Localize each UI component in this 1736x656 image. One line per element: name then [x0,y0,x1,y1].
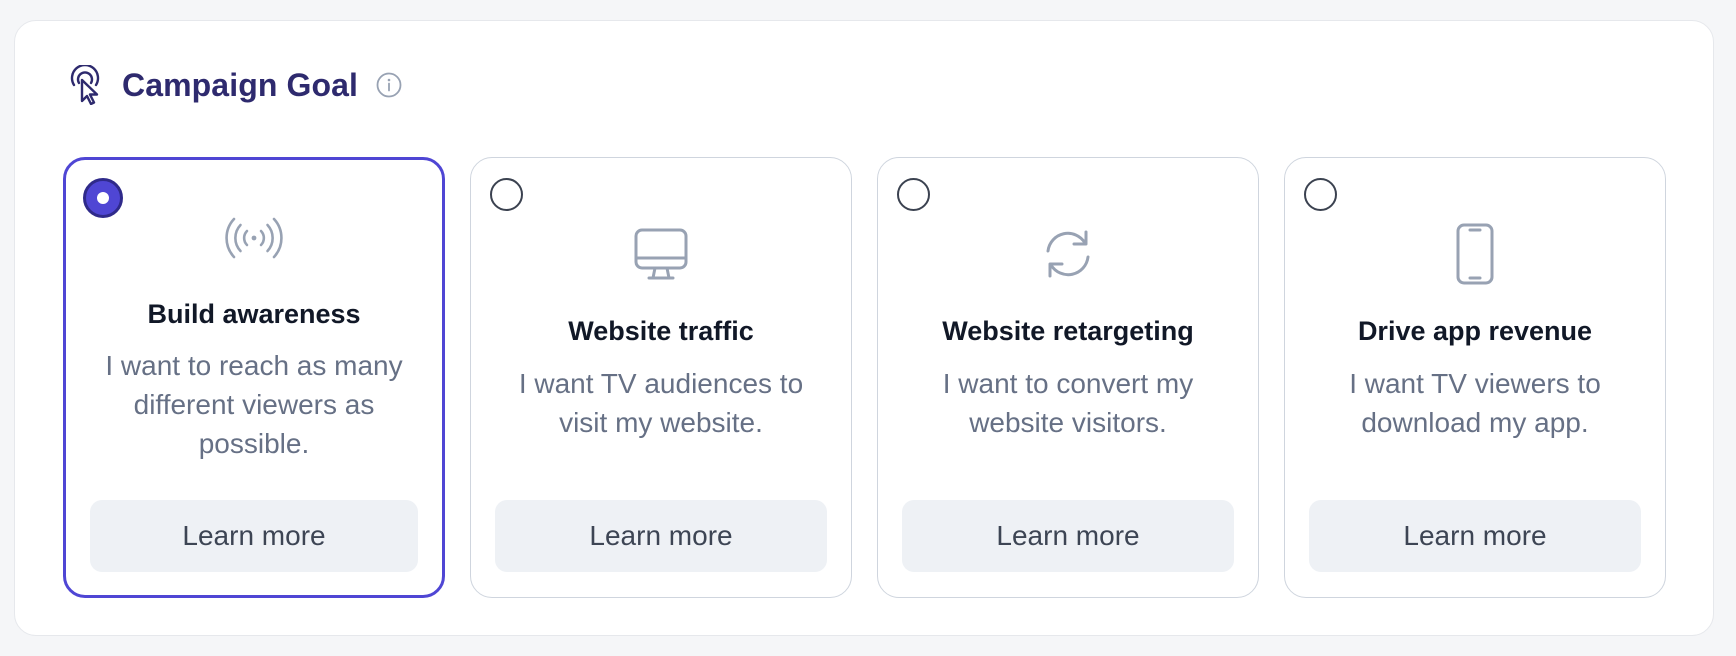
section-header: Campaign Goal [65,63,402,107]
section-title: Campaign Goal [122,66,359,103]
goal-card-title: Drive app revenue [1357,316,1593,346]
refresh-icon [878,226,1258,282]
learn-more-button[interactable]: Learn more [902,500,1234,572]
goal-radio-website-traffic[interactable] [490,178,523,211]
cursor-click-icon [65,65,105,105]
goal-card-build-awareness[interactable]: Build awareness I want to reach as many … [63,157,445,598]
goal-radio-drive-app-revenue[interactable] [1304,178,1337,211]
goal-card-website-retargeting[interactable]: Website retargeting I want to convert my… [877,157,1259,598]
info-icon[interactable] [376,72,402,98]
goal-card-title: Website traffic [568,316,754,346]
goal-card-description: I want TV audiences to visit my website. [518,368,804,438]
goal-card-description: I want to reach as many different viewer… [105,350,403,459]
goal-card-title: Build awareness [147,299,361,329]
campaign-goal-panel: Campaign Goal Build awareness I want to … [14,20,1714,636]
learn-more-button[interactable]: Learn more [495,500,827,572]
monitor-icon [471,226,851,282]
goal-radio-website-retargeting[interactable] [897,178,930,211]
goal-card-drive-app-revenue[interactable]: Drive app revenue I want TV viewers to d… [1284,157,1666,598]
learn-more-button[interactable]: Learn more [90,500,418,572]
broadcast-icon [66,210,442,266]
goal-card-description: I want to convert my website visitors. [942,368,1194,438]
smartphone-icon [1285,223,1665,285]
learn-more-button[interactable]: Learn more [1309,500,1641,572]
goal-card-description: I want TV viewers to download my app. [1349,368,1601,438]
goal-card-website-traffic[interactable]: Website traffic I want TV audiences to v… [470,157,852,598]
goal-card-title: Website retargeting [942,316,1194,346]
goal-options: Build awareness I want to reach as many … [63,157,1667,598]
